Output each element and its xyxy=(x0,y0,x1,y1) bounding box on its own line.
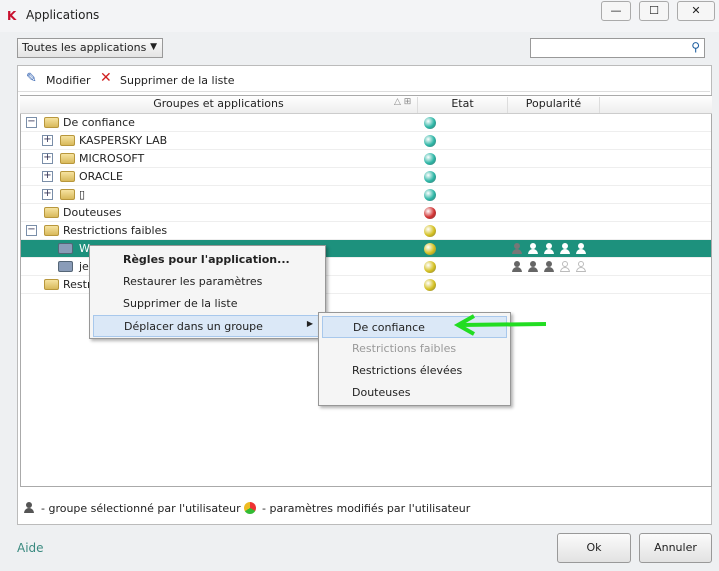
row-label: ORACLE xyxy=(79,170,123,183)
folder-icon xyxy=(60,189,75,200)
column-popularity[interactable]: Popularité xyxy=(508,97,600,113)
tree-row[interactable]: + ORACLE xyxy=(21,168,711,186)
cancel-button[interactable]: Annuler xyxy=(639,533,712,563)
folder-icon xyxy=(60,171,75,182)
menu-item-move-to-group[interactable]: Déplacer dans un groupe ▶ xyxy=(93,315,322,337)
chevron-down-icon: ▼ xyxy=(150,42,157,52)
legend-modified: - paramètres modifiés par l'utilisateur xyxy=(262,502,471,515)
collapse-toggle-icon[interactable]: − xyxy=(26,225,37,236)
delete-icon: ✕ xyxy=(100,70,112,86)
person-icon xyxy=(512,261,522,272)
state-indicator-icon xyxy=(424,171,436,183)
legend-user-group: - groupe sélectionné par l'utilisateur xyxy=(41,502,241,515)
minimize-button[interactable]: — xyxy=(601,1,631,21)
expand-toggle-icon[interactable]: + xyxy=(42,189,53,200)
folder-icon xyxy=(60,153,75,164)
user-group-icon xyxy=(24,502,40,516)
state-indicator-icon xyxy=(424,243,436,255)
row-label: ▯ xyxy=(79,188,86,201)
tree-row[interactable]: − Restrictions faibles xyxy=(21,222,711,240)
table-header: Groupes et applications △ ⊞ Etat Popular… xyxy=(20,96,712,114)
person-icon xyxy=(544,243,554,254)
help-link[interactable]: Aide xyxy=(17,541,44,555)
application-icon xyxy=(58,261,73,272)
person-icon xyxy=(560,261,570,272)
state-indicator-icon xyxy=(424,135,436,147)
folder-icon xyxy=(60,135,75,146)
expand-toggle-icon[interactable]: + xyxy=(42,171,53,182)
kaspersky-logo-icon: K xyxy=(7,9,17,23)
state-indicator-icon xyxy=(424,225,436,237)
submenu-high-restrictions[interactable]: Restrictions élevées xyxy=(322,360,462,382)
remove-button[interactable]: Supprimer de la liste xyxy=(120,74,234,87)
menu-item-restore[interactable]: Restaurer les paramètres xyxy=(93,271,262,293)
close-button[interactable]: ✕ xyxy=(677,1,715,21)
row-label: MICROSOFT xyxy=(79,152,145,165)
state-indicator-icon xyxy=(424,189,436,201)
filter-value: Toutes les applications xyxy=(22,41,147,54)
state-indicator-icon xyxy=(424,207,436,219)
chevron-right-icon: ▶ xyxy=(306,319,313,328)
person-icon xyxy=(560,243,570,254)
popularity-rating xyxy=(512,243,592,257)
row-label: Douteuses xyxy=(63,206,122,219)
person-icon xyxy=(576,261,586,272)
maximize-button[interactable]: ☐ xyxy=(639,1,669,21)
submenu-untrusted[interactable]: Douteuses xyxy=(322,382,410,404)
folder-icon xyxy=(44,117,59,128)
column-groups[interactable]: Groupes et applications xyxy=(20,97,418,113)
collapse-toggle-icon[interactable]: − xyxy=(26,117,37,128)
popularity-rating xyxy=(512,261,592,275)
row-label: KASPERSKY LAB xyxy=(79,134,168,147)
folder-icon xyxy=(44,279,59,290)
modify-button[interactable]: Modifier xyxy=(46,74,90,87)
menu-item-remove[interactable]: Supprimer de la liste xyxy=(93,293,237,315)
tree-row[interactable]: Douteuses xyxy=(21,204,711,222)
folder-icon xyxy=(44,207,59,218)
state-indicator-icon xyxy=(424,117,436,129)
folder-icon xyxy=(44,225,59,236)
state-indicator-icon xyxy=(424,279,436,291)
person-icon xyxy=(528,243,538,254)
context-menu: Règles pour l'application... Restaurer l… xyxy=(89,245,326,339)
modified-settings-icon xyxy=(244,502,256,514)
tree-row[interactable]: − De confiance xyxy=(21,114,711,132)
row-label: Restrictions faibles xyxy=(63,224,168,237)
search-icon[interactable]: ⚲ xyxy=(691,40,700,54)
person-icon xyxy=(544,261,554,272)
menu-item-rules[interactable]: Règles pour l'application... xyxy=(93,249,290,271)
submenu-low-restrictions: Restrictions faibles xyxy=(352,342,457,355)
person-icon xyxy=(528,261,538,272)
tree-row[interactable]: + KASPERSKY LAB xyxy=(21,132,711,150)
search-input[interactable]: ⚲ xyxy=(530,38,705,58)
tree-row[interactable]: + ▯ xyxy=(21,186,711,204)
ok-button[interactable]: Ok xyxy=(557,533,631,563)
green-arrow-annotation xyxy=(453,314,547,336)
filter-dropdown[interactable]: Toutes les applications ▼ xyxy=(17,38,163,58)
person-icon xyxy=(576,243,586,254)
column-state[interactable]: Etat xyxy=(418,97,508,113)
move-label: Déplacer dans un groupe xyxy=(124,320,263,333)
row-label: De confiance xyxy=(63,116,135,129)
expand-toggle-icon[interactable]: + xyxy=(42,135,53,146)
application-icon xyxy=(58,243,73,254)
window-title: Applications xyxy=(26,8,100,22)
tree-row[interactable]: + MICROSOFT xyxy=(21,150,711,168)
pencil-icon: ✎ xyxy=(26,71,37,86)
sort-icon[interactable]: △ ⊞ xyxy=(394,97,411,107)
state-indicator-icon xyxy=(424,153,436,165)
person-icon xyxy=(512,243,522,254)
state-indicator-icon xyxy=(424,261,436,273)
expand-toggle-icon[interactable]: + xyxy=(42,153,53,164)
